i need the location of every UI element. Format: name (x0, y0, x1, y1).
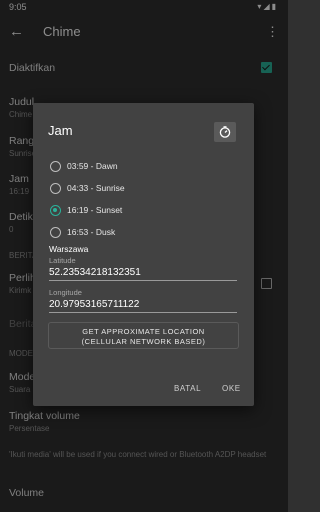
place-name: Warszawa (49, 244, 89, 254)
longitude-label: Longitude (49, 288, 82, 297)
get-location-button[interactable]: GET APPROXIMATE LOCATION (CELLULAR NETWO… (48, 322, 239, 349)
time-dialog: Jam 03:59 - Dawn 04:33 - Sunrise 16:19 -… (33, 103, 254, 406)
cancel-button[interactable]: BATAL (174, 384, 201, 393)
latitude-input[interactable]: 52.23534218132351 (49, 267, 237, 281)
radio-dusk[interactable] (50, 227, 61, 238)
longitude-input[interactable]: 20.97953165711122 (49, 299, 237, 313)
get-location-line1: GET APPROXIMATE LOCATION (82, 327, 205, 336)
option-dusk[interactable]: 16:53 - Dusk (50, 224, 240, 244)
radio-sunrise[interactable] (50, 183, 61, 194)
option-dawn-label: 03:59 - Dawn (67, 161, 118, 171)
dialog-title: Jam (48, 123, 73, 138)
timer-icon[interactable] (214, 122, 236, 142)
radio-dawn[interactable] (50, 161, 61, 172)
option-dawn[interactable]: 03:59 - Dawn (50, 158, 240, 178)
ok-button[interactable]: OKE (222, 384, 241, 393)
option-sunset[interactable]: 16:19 - Sunset (50, 202, 240, 222)
option-sunrise-label: 04:33 - Sunrise (67, 183, 125, 193)
radio-sunset[interactable] (50, 205, 61, 216)
latitude-label: Latitude (49, 256, 76, 265)
option-dusk-label: 16:53 - Dusk (67, 227, 116, 237)
get-location-line2: (CELLULAR NETWORK BASED) (81, 337, 206, 346)
option-sunset-label: 16:19 - Sunset (67, 205, 123, 215)
option-sunrise[interactable]: 04:33 - Sunrise (50, 180, 240, 200)
